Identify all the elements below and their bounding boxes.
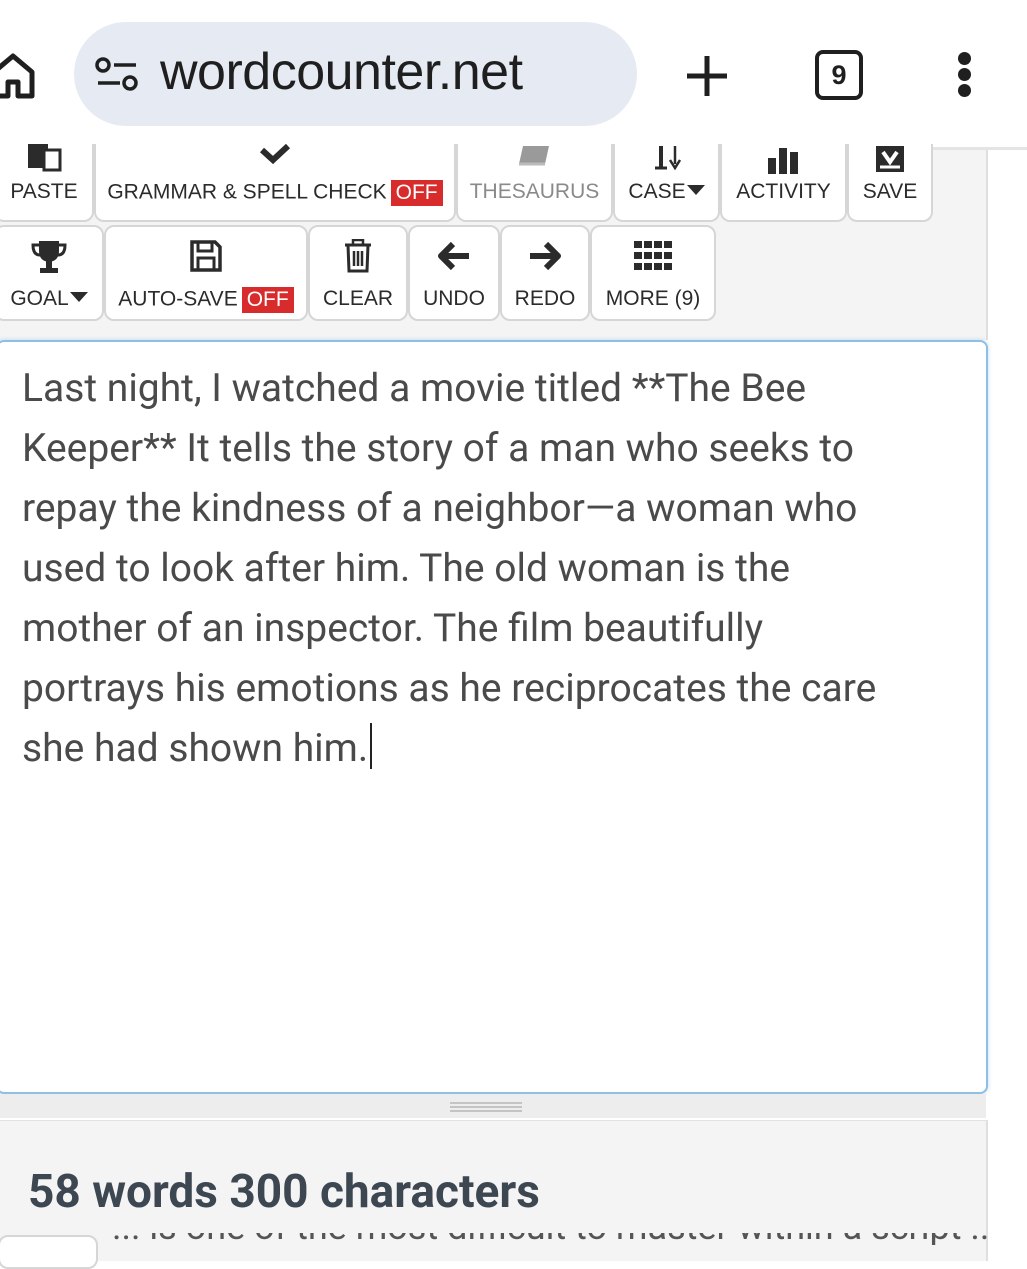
editor-toolbar: PASTE GRAMMAR & SPELL CHECK OFF THESAURUS: [0, 144, 988, 340]
word-character-count: 58 words 300 characters: [28, 1165, 540, 1219]
cut-off-text: ... is one of the most difficult to mast…: [112, 1233, 992, 1245]
editor-line: Keeper** It tells the story of a man who…: [22, 425, 855, 471]
goal-label: GOAL: [10, 287, 69, 310]
arrow-left-icon: [438, 241, 469, 271]
url-text: wordcounter.net: [160, 43, 523, 101]
activity-label: ACTIVITY: [736, 180, 831, 203]
undo-label: UNDO: [423, 287, 485, 310]
more-button[interactable]: MORE (9): [590, 225, 716, 321]
text-cursor: [370, 723, 373, 769]
save-button[interactable]: SAVE: [847, 144, 933, 222]
site-settings-icon[interactable]: [94, 56, 140, 92]
download-save-icon: [876, 146, 904, 172]
redo-button[interactable]: REDO: [500, 225, 590, 321]
wordcounter-page: PASTE GRAMMAR & SPELL CHECK OFF THESAURUS: [0, 144, 1027, 1269]
new-tab-icon[interactable]: [683, 52, 731, 100]
auto-save-off-badge: OFF: [241, 287, 294, 313]
check-icon: [259, 144, 291, 165]
floppy-disk-icon: [190, 240, 222, 272]
stats-panel: 58 words 300 characters ... is one of th…: [0, 1120, 992, 1269]
trash-icon: [345, 239, 371, 273]
grammar-spell-check-button[interactable]: GRAMMAR & SPELL CHECK OFF: [94, 144, 456, 222]
editor-line: used to look after him. The old woman is…: [22, 545, 791, 591]
paste-icon: [28, 144, 62, 172]
bar-chart-icon: [767, 148, 798, 174]
arrow-right-icon: [530, 241, 561, 271]
editor-content[interactable]: Last night, I watched a movie titled **T…: [22, 358, 962, 778]
details-button[interactable]: [0, 1235, 98, 1269]
tab-count: 9: [831, 60, 847, 90]
paste-button[interactable]: PASTE: [0, 144, 94, 222]
grip-icon: [450, 1102, 522, 1112]
paste-label: PASTE: [10, 180, 78, 203]
grid-icon: [634, 241, 672, 270]
redo-label: REDO: [514, 287, 576, 310]
grammar-label: GRAMMAR & SPELL CHECK: [107, 180, 387, 204]
grammar-off-badge: OFF: [390, 180, 443, 206]
browser-toolbar: wordcounter.net 9: [0, 0, 1027, 148]
save-label: SAVE: [862, 180, 918, 203]
more-options-icon[interactable]: [950, 50, 980, 100]
book-icon: [518, 146, 549, 166]
thesaurus-label: THESAURUS: [469, 180, 600, 203]
auto-save-button[interactable]: AUTO-SAVE OFF: [104, 225, 308, 321]
editor-line: Last night, I watched a movie titled **T…: [22, 365, 807, 411]
auto-save-label: AUTO-SAVE: [118, 287, 238, 311]
address-bar[interactable]: wordcounter.net: [74, 22, 637, 126]
editor-line: mother of an inspector. The film beautif…: [22, 605, 764, 651]
activity-button[interactable]: ACTIVITY: [720, 144, 847, 222]
editor-line: portrays his emotions as he reciprocates…: [22, 665, 877, 711]
clear-button[interactable]: CLEAR: [308, 225, 408, 321]
more-label: MORE (9): [605, 287, 701, 310]
goal-dropdown-button[interactable]: GOAL: [0, 225, 104, 321]
text-editor[interactable]: Last night, I watched a movie titled **T…: [0, 340, 988, 1094]
trophy-icon: [31, 241, 67, 273]
caret-down-icon: [69, 292, 88, 303]
caret-down-icon: [686, 185, 705, 196]
home-icon[interactable]: [0, 50, 36, 100]
undo-button[interactable]: UNDO: [408, 225, 500, 321]
editor-resize-handle[interactable]: [0, 1094, 986, 1118]
thesaurus-button[interactable]: THESAURUS: [456, 144, 613, 222]
tab-switcher-button[interactable]: 9: [815, 50, 863, 100]
case-label: CASE: [628, 180, 686, 203]
sort-case-icon: [654, 146, 681, 170]
clear-label: CLEAR: [322, 287, 394, 310]
case-dropdown-button[interactable]: CASE: [613, 144, 720, 222]
editor-line: she had shown him.: [22, 725, 369, 771]
editor-line: repay the kindness of a neighbor—a woman…: [22, 485, 858, 531]
